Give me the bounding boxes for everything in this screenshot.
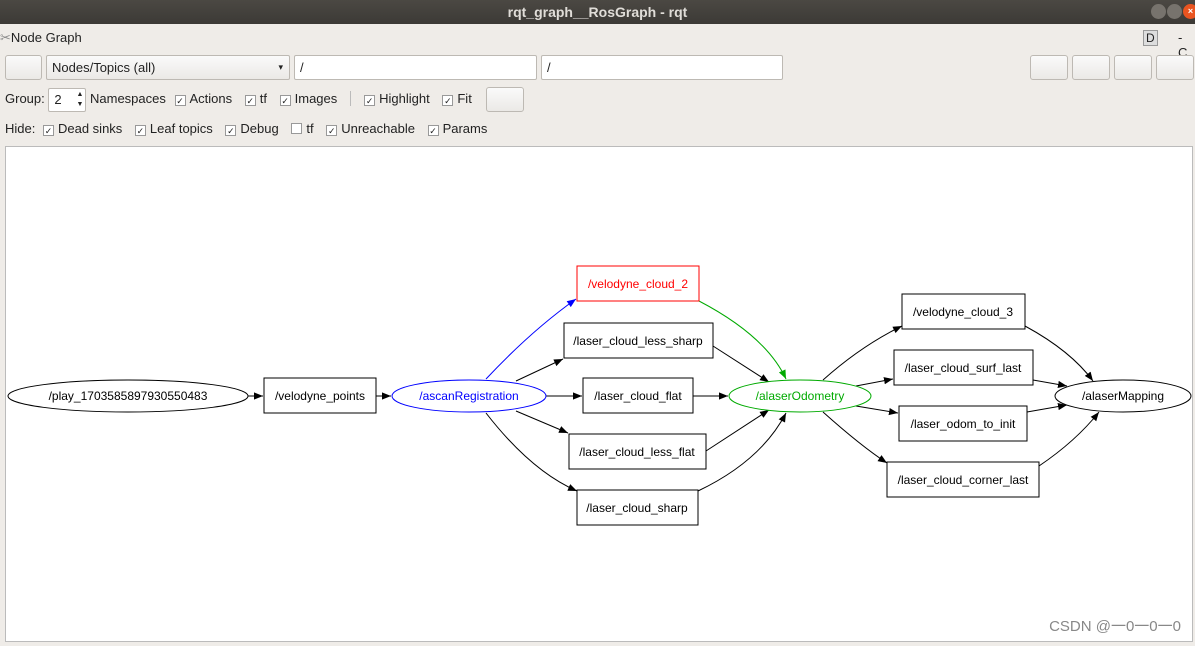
edge — [822, 411, 888, 464]
group-value: 2 — [54, 91, 62, 107]
edge — [705, 409, 770, 452]
edge-highlight-blue — [485, 298, 577, 380]
svg-text:/laser_cloud_flat: /laser_cloud_flat — [594, 389, 682, 403]
tf-checkbox[interactable]: ✓ — [244, 95, 256, 106]
load-dot-button[interactable] — [1030, 55, 1068, 80]
edge — [697, 412, 787, 492]
svg-text:/alaserOdometry: /alaserOdometry — [756, 389, 845, 403]
dead-sinks-label: Dead sinks — [57, 121, 123, 136]
close-button[interactable]: × — [1183, 4, 1195, 19]
topic-laser-cloud-sharp[interactable]: /laser_cloud_sharp — [576, 489, 699, 526]
watermark: CSDN @一0一0一0 — [1049, 618, 1181, 635]
graph-type-select[interactable]: Nodes/Topics (all) ▾ — [46, 55, 290, 80]
svg-text:/laser_cloud_less_sharp: /laser_cloud_less_sharp — [573, 334, 703, 348]
debug-checkbox[interactable]: ✓ — [225, 125, 237, 136]
edge — [822, 325, 903, 381]
dead-sinks-checkbox[interactable]: ✓ — [42, 125, 54, 136]
edge — [515, 410, 569, 434]
group-spinbox[interactable]: 2 ▲ ▼ — [48, 87, 87, 112]
save-image-button[interactable] — [1156, 55, 1194, 80]
svg-text:/alaserMapping: /alaserMapping — [1082, 389, 1164, 403]
ros-graph[interactable]: /play_1703585897930550483 /velodyne_poin… — [6, 147, 1194, 643]
highlight-checkbox[interactable]: ✓ — [364, 95, 376, 106]
tools-icon: ✂ — [0, 30, 11, 45]
highlight-label: Highlight — [379, 91, 430, 106]
svg-text:/laser_odom_to_init: /laser_odom_to_init — [911, 417, 1016, 431]
graph-type-value: Nodes/Topics (all) — [52, 60, 156, 75]
leaf-topics-label: Leaf topics — [149, 121, 213, 136]
svg-text:/velodyne_points: /velodyne_points — [275, 389, 365, 403]
svg-text:/ascanRegistration: /ascanRegistration — [419, 389, 518, 403]
hide-label: Hide: — [5, 121, 36, 136]
leaf-topics-checkbox[interactable]: ✓ — [134, 125, 146, 136]
debug-label: Debug — [240, 121, 279, 136]
edge — [1026, 403, 1068, 413]
tf-label: tf — [259, 91, 267, 106]
params-checkbox[interactable]: ✓ — [427, 125, 439, 136]
node-play[interactable]: /play_1703585897930550483 — [7, 379, 249, 413]
params-label: Params — [442, 121, 488, 136]
edge — [1032, 379, 1068, 388]
svg-text:/laser_cloud_sharp: /laser_cloud_sharp — [586, 501, 688, 515]
plugin-header: ✂Node Graph — [0, 30, 82, 46]
edge — [1024, 325, 1094, 382]
dropdown-arrow-icon: ▾ — [278, 62, 283, 72]
svg-text:/play_1703585897930550483: /play_1703585897930550483 — [49, 389, 208, 403]
plugin-title: Node Graph — [10, 30, 82, 45]
edge — [485, 412, 578, 492]
save-dot-button[interactable] — [1072, 55, 1110, 80]
fit-label: Fit — [457, 91, 472, 106]
topic-velodyne-cloud-3[interactable]: /velodyne_cloud_3 — [901, 293, 1026, 330]
graph-canvas[interactable]: /play_1703585897930550483 /velodyne_poin… — [5, 146, 1193, 642]
topic-velodyne-cloud-2[interactable]: /velodyne_cloud_2 — [576, 265, 700, 302]
svg-text:/velodyne_cloud_2: /velodyne_cloud_2 — [588, 277, 688, 291]
node-alaser-odometry[interactable]: /alaserOdometry — [728, 379, 872, 413]
svg-text:/velodyne_cloud_3: /velodyne_cloud_3 — [913, 305, 1013, 319]
dock-button[interactable]: D — [1143, 30, 1158, 46]
edge — [515, 358, 564, 382]
edge — [712, 345, 770, 383]
topic-laser-cloud-surf-last[interactable]: /laser_cloud_surf_last — [893, 349, 1034, 386]
namespaces-label: Namespaces — [90, 91, 166, 106]
topic-laser-cloud-corner-last[interactable]: /laser_cloud_corner_last — [886, 461, 1040, 498]
fit-in-view-button[interactable] — [486, 87, 525, 113]
node-ascan-registration[interactable]: /ascanRegistration — [391, 379, 547, 413]
topic-laser-odom-to-init[interactable]: /laser_odom_to_init — [898, 405, 1028, 442]
window-title: rqt_graph__RosGraph - rqt — [507, 4, 688, 20]
actions-label: Actions — [189, 91, 233, 106]
edge — [855, 377, 894, 387]
hide-row: Hide: ✓ Dead sinks ✓ Leaf topics ✓ Debug tf… — [5, 121, 496, 136]
images-checkbox[interactable]: ✓ — [279, 95, 291, 106]
maximize-button[interactable] — [1167, 4, 1182, 19]
minimize-button[interactable] — [1151, 4, 1166, 19]
refresh-button[interactable] — [5, 55, 42, 80]
unreachable-checkbox[interactable]: ✓ — [326, 125, 338, 136]
topic-laser-cloud-flat[interactable]: /laser_cloud_flat — [582, 377, 694, 414]
edge — [1038, 411, 1100, 467]
graph-nodes: /play_1703585897930550483 /velodyne_poin… — [7, 265, 1192, 526]
hide-tf-checkbox[interactable] — [291, 123, 303, 134]
save-svg-button[interactable] — [1114, 55, 1152, 80]
spin-arrows-icon[interactable]: ▲ ▼ — [76, 90, 83, 110]
fit-checkbox[interactable]: ✓ — [442, 95, 454, 106]
node-filter-input[interactable]: / — [294, 55, 537, 80]
node-alaser-mapping[interactable]: /alaserMapping — [1054, 379, 1192, 413]
hide-tf-label: tf — [306, 121, 314, 136]
images-label: Images — [294, 91, 338, 106]
topic-laser-cloud-less-flat[interactable]: /laser_cloud_less_flat — [568, 433, 707, 470]
topic-filter-input[interactable]: / — [541, 55, 783, 80]
separator — [349, 91, 355, 106]
svg-text:/laser_cloud_corner_last: /laser_cloud_corner_last — [898, 473, 1029, 487]
svg-text:/laser_cloud_surf_last: /laser_cloud_surf_last — [905, 361, 1022, 375]
svg-text:/laser_cloud_less_flat: /laser_cloud_less_flat — [579, 445, 695, 459]
topic-laser-cloud-less-sharp[interactable]: /laser_cloud_less_sharp — [563, 322, 714, 359]
options-row: Group: 2 ▲ ▼ Namespaces ✓ Actions ✓ tf ✓ Imag… — [5, 86, 525, 113]
topic-velodyne-points[interactable]: /velodyne_points — [263, 377, 377, 414]
unreachable-label: Unreachable — [341, 121, 415, 136]
edge — [855, 405, 899, 416]
group-label: Group: — [5, 91, 45, 106]
window-titlebar: rqt_graph__RosGraph - rqt × — [0, 0, 1195, 24]
actions-checkbox[interactable]: ✓ — [174, 95, 186, 106]
